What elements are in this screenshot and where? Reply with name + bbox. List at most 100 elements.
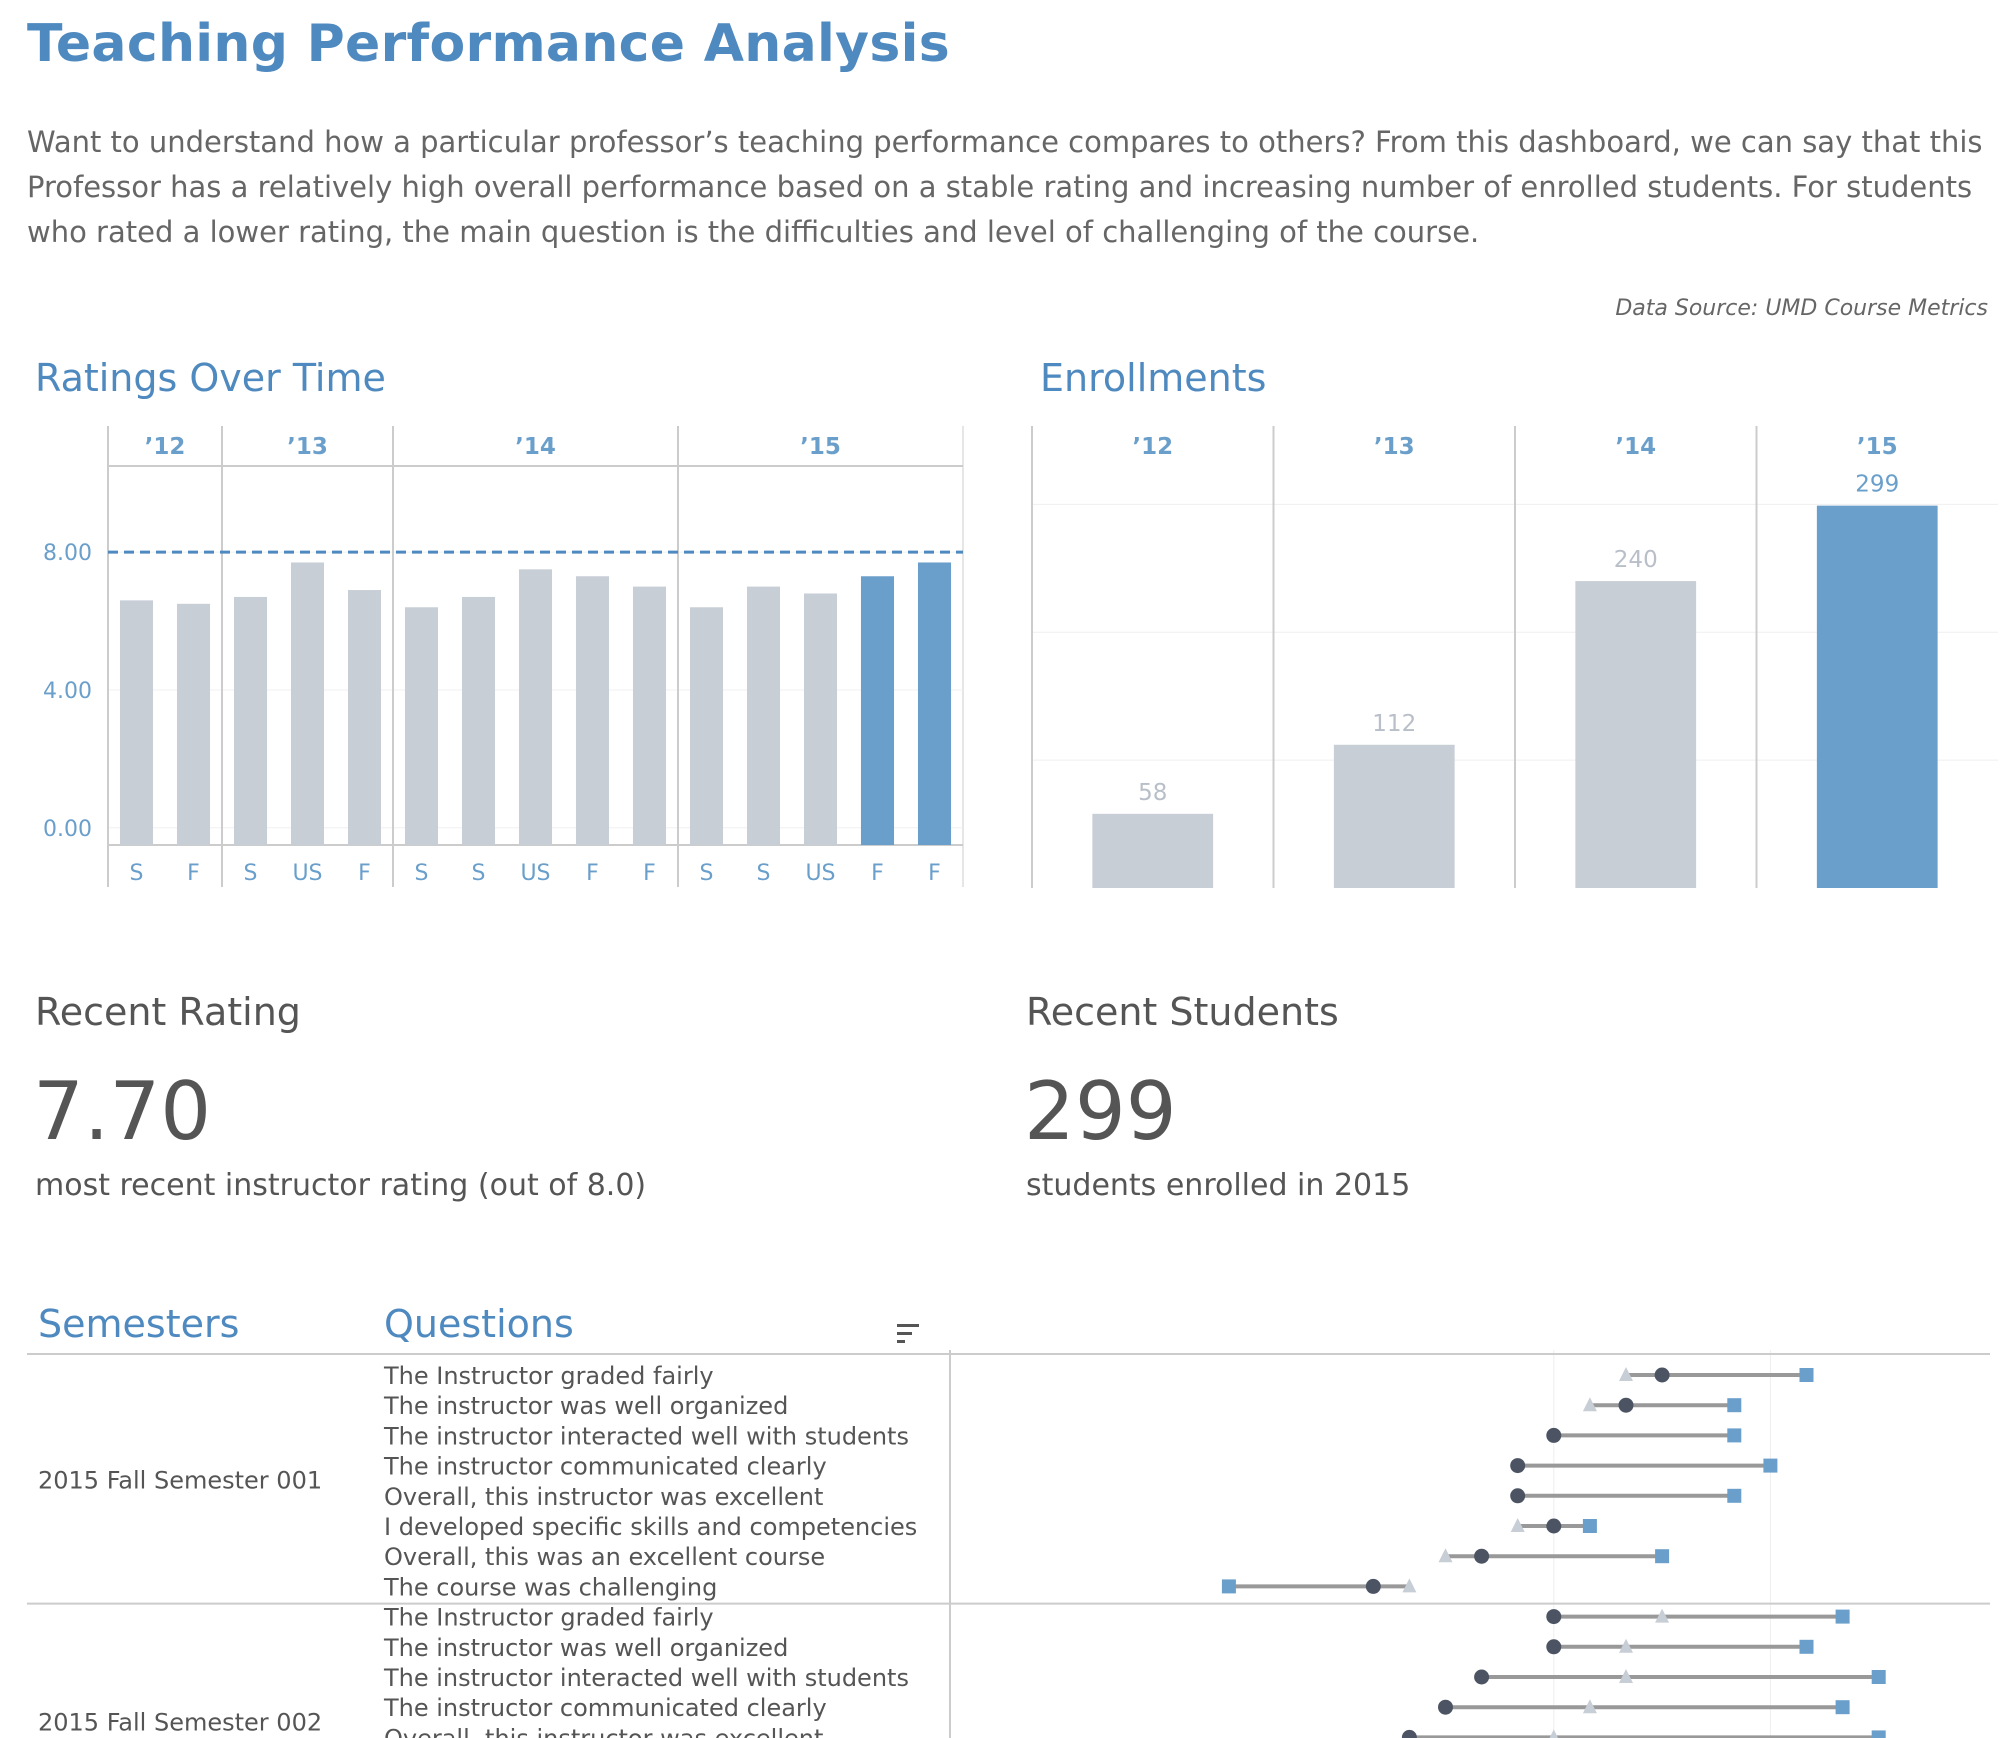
question-label: The instructor was well organized (383, 1392, 788, 1420)
benchmark-square (1835, 1609, 1850, 1624)
ratings-chart: 8.00 4.00 0.00 ’12 S F ’13 S US F ’14 S S US F F ’15 S S US… (43, 426, 964, 887)
rating-bar (689, 607, 724, 845)
rating-bar (575, 576, 610, 845)
question-label: Overall, this instructor was excellent (384, 1483, 823, 1511)
instructor-dot (1546, 1427, 1562, 1443)
benchmark-square (1799, 1639, 1814, 1654)
rating-bar (803, 593, 838, 845)
benchmark-square (1871, 1730, 1886, 1738)
question-label: The instructor interacted well with stud… (383, 1664, 909, 1692)
question-label: I developed specific skills and competen… (384, 1513, 917, 1541)
rating-bar (860, 576, 895, 845)
page-title: Teaching Performance Analysis (27, 14, 950, 74)
y-tick-label: 8.00 (43, 541, 92, 566)
rating-bar (917, 562, 952, 845)
enrollment-bar (1092, 813, 1214, 888)
year-label: ’13 (287, 434, 328, 460)
semester-label: S (700, 861, 714, 886)
recent-rating-title: Recent Rating (35, 990, 301, 1034)
year-label: ’15 (1857, 434, 1898, 460)
intro-text: Want to understand how a particular prof… (27, 125, 1983, 249)
year-label: ’15 (800, 434, 841, 460)
semester-label: S (757, 861, 771, 886)
benchmark-square (1582, 1519, 1597, 1533)
y-tick-label: 4.00 (43, 679, 92, 704)
semester-label: 2015 Fall Semester 002 (38, 1708, 322, 1736)
enrollment-data-label: 299 (1855, 472, 1899, 498)
question-label: Overall, this was an excellent course (384, 1543, 825, 1571)
instructor-dot (1474, 1548, 1490, 1564)
instructor-dot (1546, 1639, 1562, 1655)
enrollment-bar (1333, 744, 1455, 888)
instructor-dot (1546, 1518, 1562, 1534)
rating-bar (461, 596, 496, 845)
benchmark-square (1835, 1700, 1850, 1715)
benchmark-square (1763, 1458, 1778, 1473)
enrollment-data-label: 58 (1138, 780, 1167, 806)
question-label: The Instructor graded fairly (383, 1362, 714, 1390)
instructor-dot (1438, 1699, 1453, 1715)
questions-title[interactable]: Questions (384, 1302, 574, 1346)
question-label: Overall, this instructor was excellent (384, 1724, 823, 1738)
instructor-dot (1618, 1397, 1634, 1413)
y-tick-label: 0.00 (43, 817, 92, 842)
instructor-dot (1365, 1578, 1381, 1594)
enrollment-bar (1816, 505, 1938, 888)
rating-bar (347, 590, 382, 845)
data-source: Data Source: UMD Course Metrics (1615, 296, 1988, 321)
question-label: The instructor communicated clearly (383, 1453, 827, 1481)
benchmark-square (1799, 1368, 1814, 1382)
semester-label: F (358, 861, 371, 886)
year-label: ’13 (1374, 434, 1415, 460)
sort-icon[interactable] (896, 1322, 922, 1346)
semester-label: F (871, 861, 884, 886)
rating-bar (290, 562, 325, 845)
rating-bar (233, 596, 268, 845)
recent-students-title: Recent Students (1026, 990, 1339, 1034)
instructor-dot (1510, 1488, 1526, 1504)
rating-bar (119, 600, 154, 845)
rating-bar (746, 586, 781, 845)
semester-label: F (643, 861, 656, 886)
recent-students-caption: students enrolled in 2015 (1026, 1168, 1411, 1203)
year-label: ’12 (1132, 434, 1173, 460)
year-label: ’12 (145, 434, 186, 460)
question-label: The Instructor graded fairly (383, 1604, 714, 1632)
rating-bar (176, 603, 211, 845)
question-label: The instructor communicated clearly (383, 1694, 827, 1722)
questions-chart: 2015 Fall Semester 001 The Instructor gra… (27, 1350, 1990, 1738)
instructor-dot (1654, 1367, 1670, 1383)
question-label: The instructor was well organized (383, 1634, 788, 1662)
enrollments-title: Enrollments (1040, 356, 1267, 400)
benchmark-square (1221, 1579, 1236, 1594)
enrollment-data-label: 240 (1614, 547, 1658, 573)
benchmark-square (1727, 1488, 1742, 1503)
benchmark-square (1871, 1670, 1886, 1684)
semesters-title: Semesters (38, 1302, 240, 1346)
semester-label: 2015 Fall Semester 001 (38, 1467, 322, 1495)
ratings-title: Ratings Over Time (35, 356, 386, 400)
semester-label: US (292, 861, 322, 886)
semester-label: S (244, 861, 258, 886)
rating-bar (404, 607, 439, 845)
semester-label: US (520, 861, 550, 886)
benchmark-square (1727, 1428, 1742, 1443)
rating-bar (632, 586, 667, 845)
benchmark-square (1727, 1398, 1742, 1413)
enrollment-bar (1575, 581, 1697, 888)
enrollments-chart: ’12 58 ’13 112 ’14 240 ’15 299 (1031, 426, 1998, 888)
semester-label: S (415, 861, 429, 886)
instructor-dot (1401, 1729, 1417, 1738)
recent-students-value: 299 (1024, 1065, 1177, 1158)
instructor-dot (1546, 1609, 1562, 1625)
year-label: ’14 (515, 434, 556, 460)
recent-rating-value: 7.70 (33, 1065, 212, 1158)
semester-label: F (928, 861, 941, 886)
instructor-dot (1474, 1669, 1490, 1685)
enrollment-data-label: 112 (1372, 711, 1416, 737)
instructor-dot (1510, 1458, 1526, 1474)
benchmark-square (1655, 1549, 1670, 1564)
semester-label: F (586, 861, 599, 886)
semester-label: S (472, 861, 486, 886)
semester-label: F (187, 861, 200, 886)
